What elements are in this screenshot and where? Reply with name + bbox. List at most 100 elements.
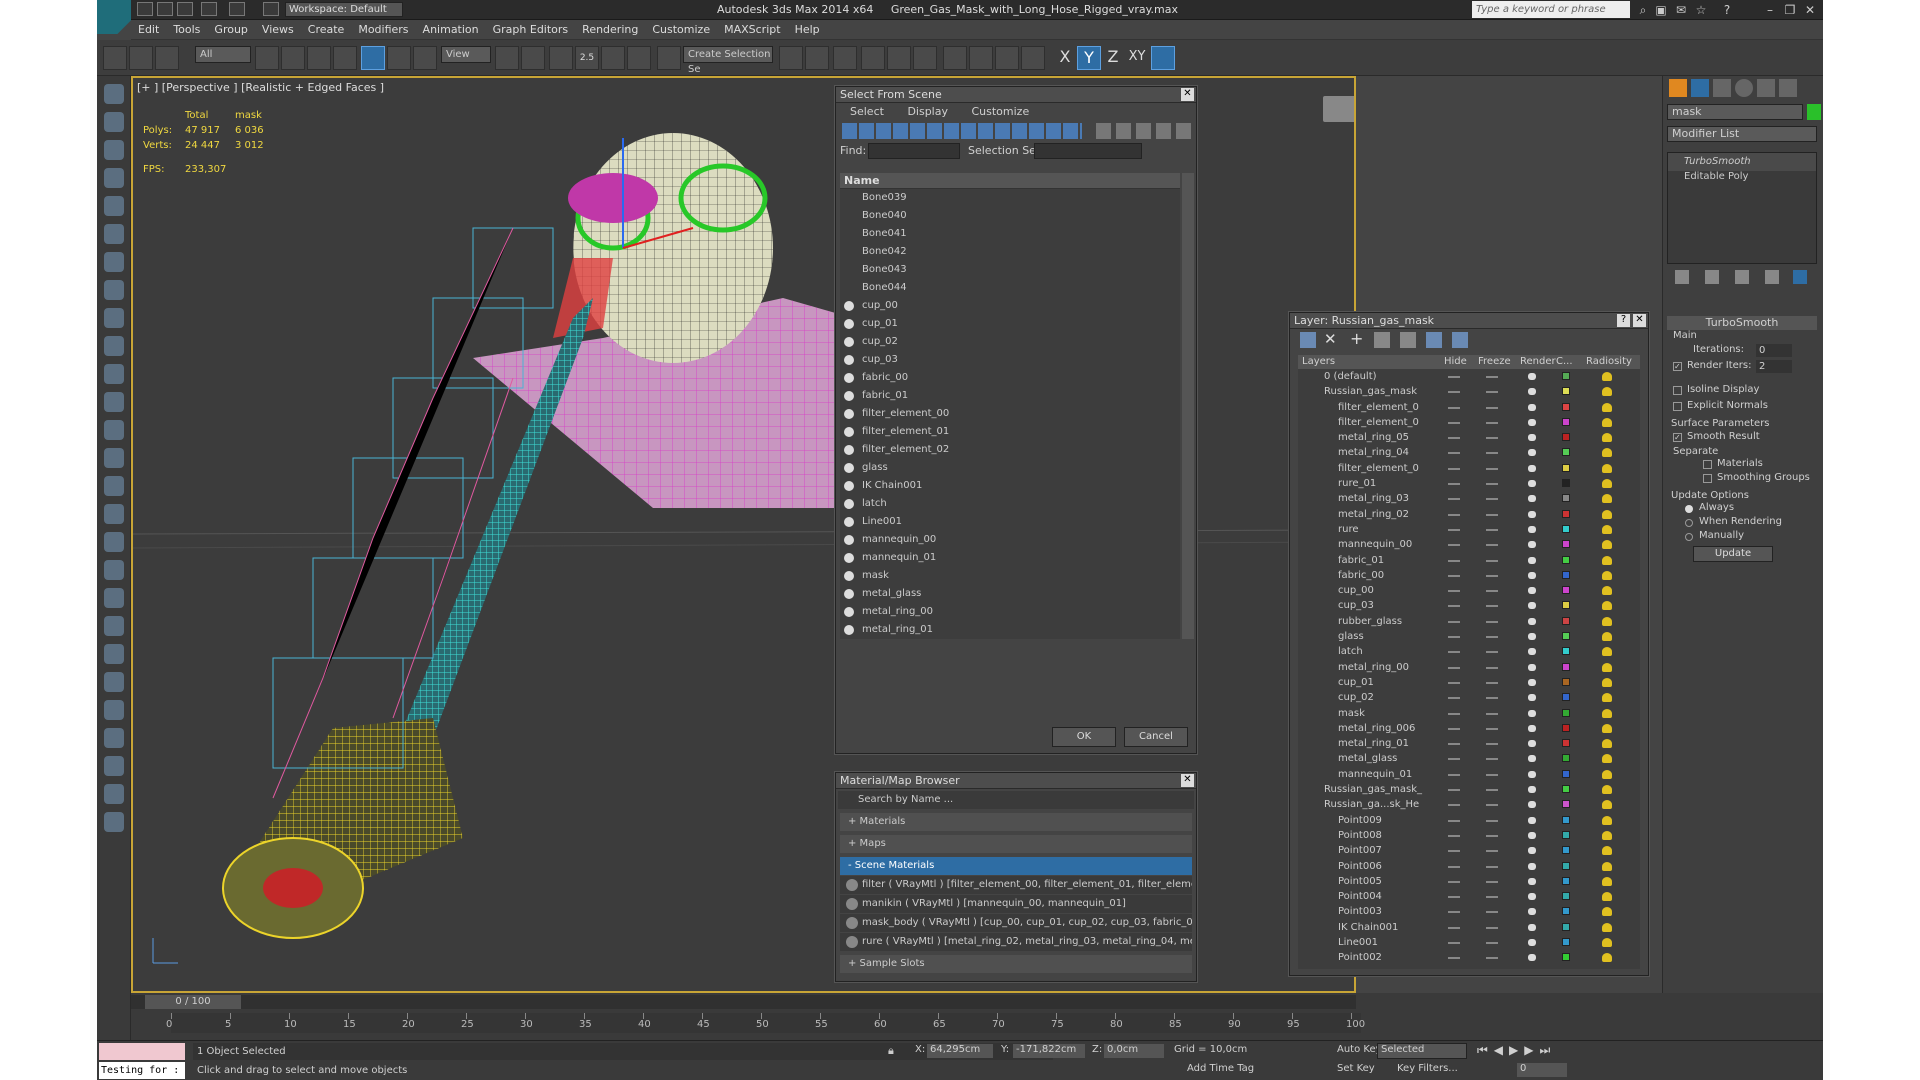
favorites-icon[interactable]: ☆ [1693, 2, 1709, 18]
layer-color-swatch[interactable] [1562, 632, 1570, 641]
radiosity-icon[interactable] [1602, 846, 1612, 856]
layer-color-swatch[interactable] [1562, 417, 1570, 426]
radiosity-icon[interactable] [1602, 754, 1612, 764]
layer-row[interactable]: Point004 [1298, 889, 1640, 904]
render-teapot-icon[interactable] [1528, 510, 1536, 518]
object-list-item[interactable]: Bone043 [840, 261, 1180, 279]
render-iters-checkbox[interactable]: ✓ [1673, 362, 1682, 371]
minimize-icon[interactable]: – [1762, 2, 1778, 18]
render-teapot-icon[interactable] [1528, 587, 1536, 595]
key-filters-button[interactable]: Key Filters... [1397, 1063, 1458, 1074]
text-icon[interactable] [104, 784, 124, 804]
motion-tab-icon[interactable] [1735, 79, 1753, 97]
layer-row[interactable]: metal_ring_03 [1298, 491, 1640, 506]
move-icon[interactable] [361, 46, 385, 70]
layer-row[interactable]: metal_ring_006 [1298, 721, 1640, 736]
axis-xy-button[interactable]: XY [1125, 46, 1149, 70]
save-icon[interactable] [177, 2, 193, 16]
hide-col[interactable]: Hide [1444, 355, 1467, 369]
menu-tools[interactable]: Tools [166, 20, 207, 39]
freeze-toggle[interactable] [1486, 574, 1498, 577]
layer-color-swatch[interactable] [1562, 953, 1570, 962]
hide-toggle[interactable] [1448, 452, 1460, 455]
hierarchy-icon[interactable] [104, 140, 124, 160]
layer-row[interactable]: mannequin_01 [1298, 767, 1640, 782]
ribbon-icon[interactable] [861, 46, 885, 70]
freeze-toggle[interactable] [1486, 559, 1498, 562]
layer-row[interactable]: metal_glass [1298, 751, 1640, 766]
layer-color-swatch[interactable] [1562, 861, 1570, 870]
radiosity-icon[interactable] [1602, 677, 1612, 687]
hide-toggle[interactable] [1448, 406, 1460, 409]
layer-color-swatch[interactable] [1562, 387, 1570, 396]
when-rendering-radio[interactable] [1685, 519, 1693, 527]
hide-toggle[interactable] [1448, 957, 1460, 960]
mirror-icon[interactable] [779, 46, 803, 70]
freeze-toggle[interactable] [1486, 421, 1498, 424]
object-name-input[interactable]: mask [1667, 104, 1803, 120]
object-list-item[interactable]: Bone040 [840, 207, 1180, 225]
render-teapot-icon[interactable] [1528, 388, 1536, 396]
layer-color-swatch[interactable] [1562, 601, 1570, 610]
render-teapot-icon[interactable] [1528, 923, 1536, 931]
make-unique-icon[interactable] [1735, 270, 1749, 284]
render-teapot-icon[interactable] [1528, 602, 1536, 610]
schematic-view-icon[interactable] [913, 46, 937, 70]
object-list-item[interactable]: IK Chain001 [840, 477, 1180, 495]
radiosity-icon[interactable] [1602, 907, 1612, 917]
cancel-button[interactable]: Cancel [1124, 727, 1188, 747]
layer-color-swatch[interactable] [1562, 677, 1570, 686]
create-layer-icon[interactable] [1300, 332, 1316, 348]
freeze-toggle[interactable] [1486, 513, 1498, 516]
layer-row[interactable]: Point008 [1298, 828, 1640, 843]
render-icon[interactable] [1021, 46, 1045, 70]
sphere-icon[interactable] [104, 364, 124, 384]
light-icon[interactable] [104, 504, 124, 524]
hide-toggle[interactable] [1448, 834, 1460, 837]
layer-row[interactable]: Russian_gas_mask_ [1298, 782, 1640, 797]
layer-color-swatch[interactable] [1562, 586, 1570, 595]
menu-views[interactable]: Views [255, 20, 301, 39]
object-list-item[interactable]: filter_element_02 [840, 441, 1180, 459]
layer-row[interactable]: cup_03 [1298, 598, 1640, 613]
layer-color-swatch[interactable] [1562, 723, 1570, 732]
render-teapot-icon[interactable] [1528, 525, 1536, 533]
box-icon[interactable] [104, 336, 124, 356]
layer-color-swatch[interactable] [1562, 647, 1570, 656]
object-list-item[interactable]: latch [840, 495, 1180, 513]
hide-toggle[interactable] [1448, 819, 1460, 822]
layer-color-swatch[interactable] [1562, 372, 1570, 380]
object-list-item[interactable]: cup_00 [840, 297, 1180, 315]
show-end-result-icon[interactable] [1705, 270, 1719, 284]
scale-icon[interactable] [413, 46, 437, 70]
layer-row[interactable]: filter_element_0 [1298, 461, 1640, 476]
smoothing-groups-checkbox[interactable] [1703, 474, 1712, 483]
time-slider-track[interactable] [131, 995, 1356, 1009]
material-icon[interactable] [104, 308, 124, 328]
project-folder-icon[interactable] [263, 2, 279, 16]
update-button[interactable]: Update [1693, 546, 1773, 562]
track-bar[interactable]: 0 5 10 15 20 25 30 35 40 45 50 55 60 65 70 75 80 85 90 95 10… [166, 1013, 1365, 1033]
freeze-toggle[interactable] [1486, 544, 1498, 547]
current-frame-input[interactable]: 0 [1517, 1063, 1567, 1077]
search-by-name-input[interactable]: Search by Name ... [838, 791, 1194, 809]
layer-row[interactable]: filter_element_0 [1298, 415, 1640, 430]
object-list-item[interactable]: metal_glass [840, 585, 1180, 603]
hide-toggle[interactable] [1448, 605, 1460, 608]
select-in-layer-icon[interactable] [1374, 332, 1390, 348]
layer-color-swatch[interactable] [1562, 815, 1570, 824]
material-editor-icon[interactable] [943, 46, 967, 70]
pyramid-icon[interactable] [104, 700, 124, 720]
layer-row[interactable]: metal_ring_05 [1298, 430, 1640, 445]
hide-toggle[interactable] [1448, 467, 1460, 470]
radiosity-icon[interactable] [1602, 586, 1612, 596]
layer-color-swatch[interactable] [1562, 570, 1570, 579]
highlight-layer-icon[interactable] [1400, 332, 1416, 348]
materials-group[interactable]: + Materials [840, 813, 1192, 831]
layer-color-swatch[interactable] [1562, 892, 1570, 901]
freeze-toggle[interactable] [1486, 697, 1498, 700]
reference-coord-dropdown[interactable]: View [441, 46, 491, 63]
layer-color-swatch[interactable] [1562, 846, 1570, 855]
render-teapot-icon[interactable] [1528, 648, 1536, 656]
hide-toggle[interactable] [1448, 697, 1460, 700]
